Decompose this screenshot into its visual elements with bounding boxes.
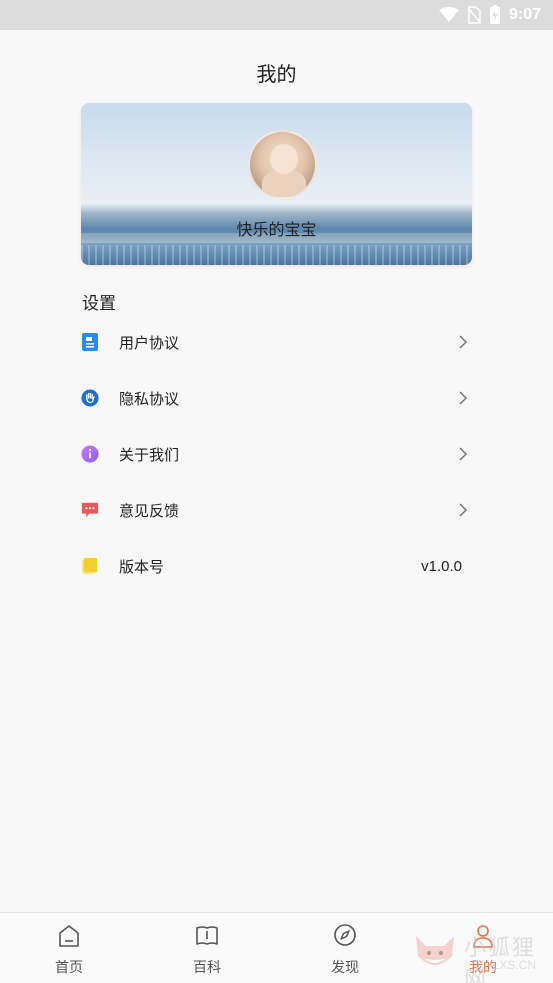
chevron-right-icon <box>459 335 468 349</box>
info-icon <box>81 445 99 463</box>
tab-label: 百科 <box>193 960 221 976</box>
watermark: 小狐狸网 XHLXS.CN <box>412 928 548 983</box>
book-icon <box>196 926 218 945</box>
compass-icon <box>334 924 356 946</box>
menu-item-label: 隐私协议 <box>119 389 180 408</box>
note-icon <box>81 557 99 575</box>
status-bar: 9:07 <box>0 0 553 30</box>
menu-item-privacy-agreement[interactable]: 隐私协议 <box>81 380 472 416</box>
menu-item-label: 版本号 <box>119 557 165 576</box>
avatar-face-shape <box>270 144 298 174</box>
chevron-right-icon <box>459 503 468 517</box>
menu-item-label: 关于我们 <box>119 445 180 464</box>
profile-card[interactable]: 快乐的宝宝 <box>81 103 472 265</box>
tab-label: 发现 <box>331 960 359 976</box>
avatar[interactable] <box>248 130 317 199</box>
battery-icon <box>489 5 501 25</box>
wifi-icon <box>438 7 459 23</box>
feedback-bubble-icon <box>81 501 99 519</box>
hand-shield-icon <box>81 389 99 407</box>
watermark-url: XHLXS.CN <box>476 958 537 972</box>
tab-encyclopedia[interactable]: 百科 <box>138 913 276 983</box>
document-icon <box>81 333 99 351</box>
menu-item-version: 版本号 v1.0.0 <box>81 548 472 584</box>
chevron-right-icon <box>459 447 468 461</box>
settings-section-title: 设置 <box>82 294 116 314</box>
tab-label: 首页 <box>55 960 83 976</box>
watermark-text: 小狐狸网 <box>464 936 537 983</box>
menu-item-label: 用户协议 <box>119 333 180 352</box>
tab-discover[interactable]: 发现 <box>276 913 414 983</box>
chevron-right-icon <box>459 391 468 405</box>
card-sea-texture <box>81 245 472 265</box>
menu-item-label: 意见反馈 <box>119 501 180 520</box>
menu-item-user-agreement[interactable]: 用户协议 <box>81 324 472 360</box>
status-time: 9:07 <box>508 6 541 23</box>
username: 快乐的宝宝 <box>236 220 317 239</box>
page-title: 我的 <box>256 62 297 86</box>
fox-logo-icon <box>416 936 454 965</box>
no-sim-icon <box>467 6 481 24</box>
tab-home[interactable]: 首页 <box>0 913 138 983</box>
version-value: v1.0.0 <box>421 557 462 575</box>
home-icon <box>59 925 79 947</box>
avatar-body-shape <box>262 170 306 197</box>
menu-item-feedback[interactable]: 意见反馈 <box>81 492 472 528</box>
menu-item-about-us[interactable]: 关于我们 <box>81 436 472 472</box>
